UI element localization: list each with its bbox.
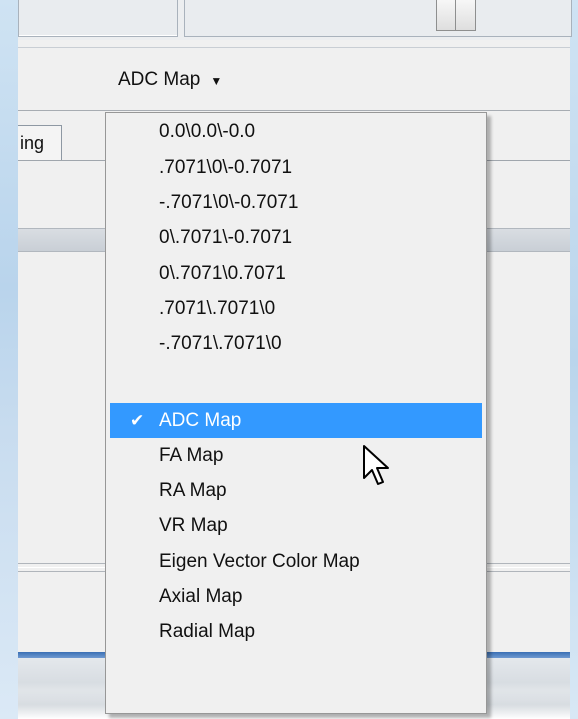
- menu-item[interactable]: -.7071\.7071\0: [110, 326, 482, 361]
- menu-item[interactable]: Eigen Vector Color Map: [110, 544, 482, 579]
- menu-item[interactable]: VR Map: [110, 508, 482, 543]
- menu-item[interactable]: 0\.7071\0.7071: [110, 256, 482, 291]
- menu-item[interactable]: RA Map: [110, 473, 482, 508]
- menu-item-label: -.7071\0\-0.7071: [159, 192, 299, 213]
- menu-item[interactable]: Radial Map: [110, 614, 482, 649]
- menu-item[interactable]: 0.0\0.0\-0.0: [110, 114, 482, 149]
- map-type-dropdown-label: ADC Map: [118, 69, 201, 90]
- toolbar-panel-left: [18, 0, 178, 37]
- panel-divider: [18, 110, 570, 111]
- menu-item-label: 0.0\0.0\-0.0: [159, 121, 256, 142]
- menu-item-label: Axial Map: [159, 586, 243, 607]
- checkmark-icon: ✔: [130, 411, 145, 430]
- menu-item[interactable]: 0\.7071\-0.7071: [110, 220, 482, 255]
- menu-item-label: .7071\0\-0.7071: [159, 157, 293, 178]
- map-type-dropdown-menu: 0.0\0.0\-0.0 .7071\0\-0.7071 -.7071\0\-0.7…: [105, 112, 487, 714]
- window-frame-left: [0, 0, 18, 719]
- menu-item[interactable]: .7071\.7071\0: [110, 291, 482, 326]
- horizontal-scrollbar[interactable]: [184, 0, 572, 37]
- menu-item-label: 0\.7071\0.7071: [159, 263, 286, 284]
- menu-item-label: FA Map: [159, 445, 224, 466]
- window-frame-right: [570, 0, 578, 719]
- menu-item-label: RA Map: [159, 480, 227, 501]
- caret-down-icon: ▼: [210, 74, 223, 88]
- menu-item-label: VR Map: [159, 515, 228, 536]
- mouse-pointer-icon: [363, 445, 389, 485]
- tab-label: ing: [20, 132, 45, 153]
- menu-item-label: -.7071\.7071\0: [159, 333, 282, 354]
- menu-item-label: 0\.7071\-0.7071: [159, 227, 293, 248]
- tab-partial[interactable]: ing: [18, 125, 62, 161]
- toolbar-divider: [18, 47, 570, 48]
- scrollbar-thumb[interactable]: [436, 0, 476, 31]
- map-type-dropdown[interactable]: ADC Map ▼: [118, 68, 222, 92]
- menu-item[interactable]: FA Map: [110, 438, 482, 473]
- menu-item[interactable]: ✔ ADC Map: [110, 403, 482, 438]
- menu-item[interactable]: .7071\0\-0.7071: [110, 150, 482, 185]
- menu-item[interactable]: Axial Map: [110, 579, 482, 614]
- menu-item[interactable]: -.7071\0\-0.7071: [110, 185, 482, 220]
- menu-item-label: Eigen Vector Color Map: [159, 551, 360, 572]
- menu-item-label: ADC Map: [159, 410, 242, 431]
- menu-item-label: Radial Map: [159, 621, 256, 642]
- scrollbar-thumb-grip: [455, 0, 456, 30]
- menu-item-label: .7071\.7071\0: [159, 298, 276, 319]
